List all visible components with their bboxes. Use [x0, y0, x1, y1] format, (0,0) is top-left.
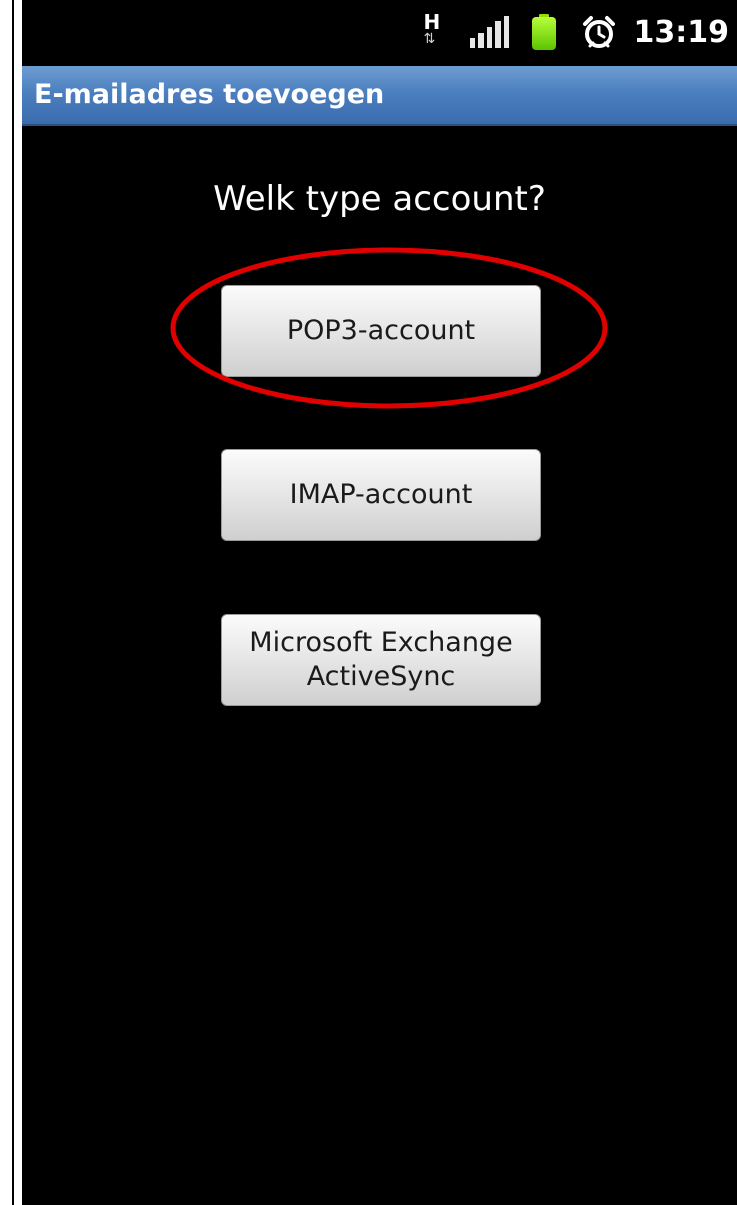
signal-bar-5 — [503, 16, 510, 48]
exchange-activesync-label: Microsoft Exchange ActiveSync — [249, 627, 513, 692]
signal-strength-icon — [469, 16, 510, 48]
pop3-account-label: POP3-account — [286, 315, 476, 346]
status-bar: H ⇅ 13:19 — [22, 0, 737, 66]
battery-icon — [531, 14, 556, 50]
signal-bar-4 — [495, 21, 501, 48]
imap-account-button[interactable]: IMAP-account — [221, 449, 541, 541]
signal-bar-3 — [486, 27, 493, 48]
alarm-clock-icon — [582, 16, 615, 48]
imap-account-label: IMAP-account — [289, 479, 473, 510]
phone-screen: H ⇅ 13:19 E-mailadres toevoegen Welk typ… — [22, 0, 737, 1205]
signal-bar-1 — [469, 38, 476, 48]
status-clock: 13:19 — [633, 14, 730, 50]
exchange-activesync-button[interactable]: Microsoft Exchange ActiveSync — [221, 614, 541, 706]
data-arrows-icon: ⇅ — [423, 31, 436, 47]
title-bar: E-mailadres toevoegen — [22, 66, 737, 126]
left-border-line — [12, 0, 14, 1205]
signal-bar-2 — [478, 33, 484, 48]
status-icons: H ⇅ 13:19 — [422, 12, 737, 52]
pop3-account-button[interactable]: POP3-account — [221, 285, 541, 377]
battery-body — [531, 17, 556, 50]
account-type-question: Welk type account? — [213, 179, 546, 219]
hsdpa-data-icon: H ⇅ — [422, 12, 448, 52]
network-type-label: H — [423, 10, 441, 34]
screen-title: E-mailadres toevoegen — [34, 79, 385, 110]
